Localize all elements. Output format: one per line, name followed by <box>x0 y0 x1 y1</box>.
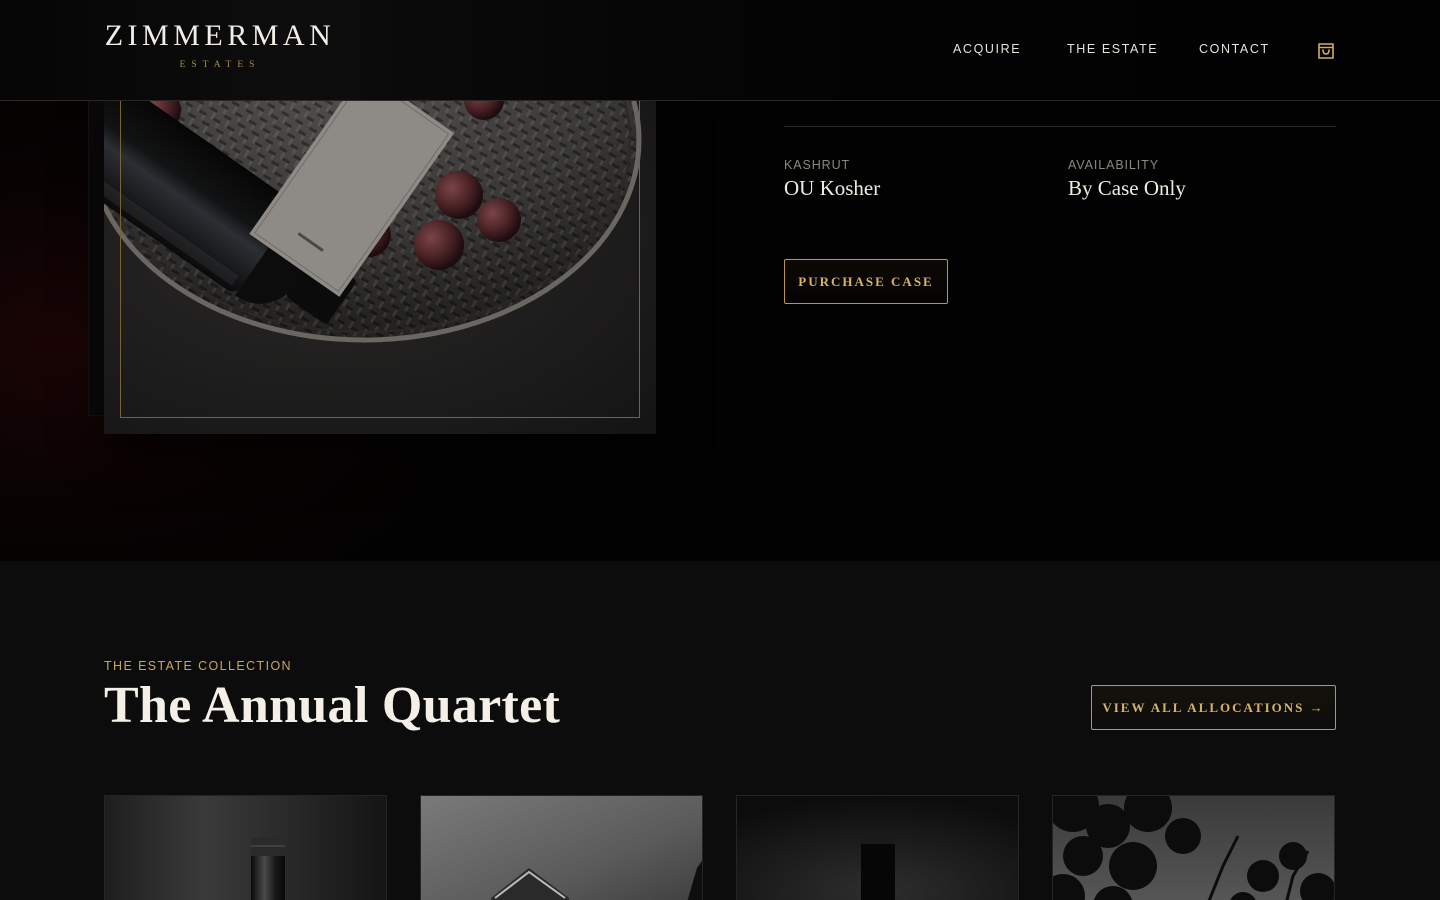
page: KASHRUT OU Kosher AVAILABILITY By Case O… <box>0 0 1440 900</box>
collection-section: THE ESTATE COLLECTION The Annual Quartet… <box>0 561 1440 900</box>
purchase-case-button[interactable]: PURCHASE CASE <box>784 259 948 304</box>
spec-label: AVAILABILITY <box>1068 158 1159 172</box>
wine-bottle-photo <box>737 796 1018 900</box>
nav-acquire[interactable]: ACQUIRE <box>953 42 1021 56</box>
brand-subtitle: ESTATES <box>179 60 261 70</box>
spec-label: KASHRUT <box>784 158 851 172</box>
wine-bottles-photo <box>421 796 702 900</box>
wine-bottle-photo <box>105 796 386 900</box>
wine-card[interactable] <box>104 795 387 900</box>
wine-card[interactable] <box>420 795 703 900</box>
detail-divider <box>784 126 1336 127</box>
view-all-allocations-button[interactable]: VIEW ALL ALLOCATIONS → <box>1091 685 1336 730</box>
spec-availability: AVAILABILITY By Case Only <box>1068 158 1186 201</box>
nav-the-estate[interactable]: THE ESTATE <box>1067 42 1158 56</box>
wine-card[interactable] <box>736 795 1019 900</box>
shopping-bag-icon[interactable] <box>1315 39 1337 61</box>
spec-value: OU Kosher <box>784 176 881 200</box>
wine-basket-illustration <box>104 100 656 434</box>
product-photo <box>104 100 656 434</box>
nav-contact[interactable]: CONTACT <box>1199 42 1270 56</box>
wine-card[interactable] <box>1052 795 1335 900</box>
brand-logo[interactable]: ZIMMERMAN ESTATES <box>104 18 336 70</box>
site-header: ZIMMERMAN ESTATES ACQUIRE THE ESTATE CON… <box>0 0 1440 101</box>
spec-value: By Case Only <box>1068 176 1186 200</box>
section-title: The Annual Quartet <box>104 677 561 734</box>
section-eyebrow: THE ESTATE COLLECTION <box>104 659 292 673</box>
spec-kashrut: KASHRUT OU Kosher <box>784 158 880 201</box>
tree-photo <box>1053 796 1334 900</box>
brand-name: ZIMMERMAN <box>104 19 336 52</box>
